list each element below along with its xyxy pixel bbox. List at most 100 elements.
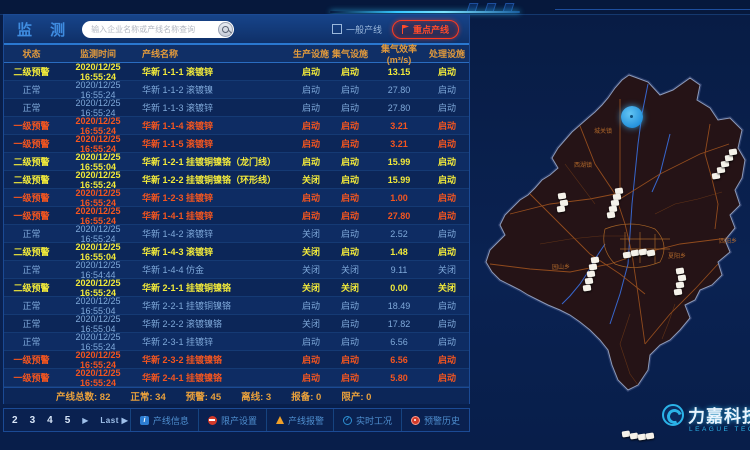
table-row[interactable]: 正常2020/12/25 16:55:04华新 2-2-2 滚镀镍铬关闭启动17…: [4, 315, 469, 333]
table-row[interactable]: 正常2020/12/25 16:54:44华新 1-4-4 仿金关闭关闭9.11…: [4, 261, 469, 279]
general-line-checkbox[interactable]: 一般产线: [332, 23, 382, 36]
table-header-row: 状态监测时间产线名称生产设施集气设施集气效率(m³/s)处理设施: [4, 45, 469, 63]
table-row[interactable]: 一级预警2020/12/25 16:55:24华新 1-1-4 滚镀锌启动启动3…: [4, 117, 469, 135]
map-marker[interactable]: [587, 270, 596, 277]
key-line-button[interactable]: 重点产线: [392, 20, 459, 39]
map-marker[interactable]: [676, 267, 685, 274]
cell-production-facility: 关闭: [292, 263, 330, 276]
search-input[interactable]: [82, 25, 234, 34]
column-header: 处理设施: [428, 47, 466, 60]
table-row[interactable]: 一级预警2020/12/25 16:55:24华新 1-1-5 滚镀锌启动启动3…: [4, 135, 469, 153]
page-number-button[interactable]: 5: [65, 415, 71, 426]
table-row[interactable]: 二级预警2020/12/25 16:55:04华新 1-4-3 滚镀锌关闭启动1…: [4, 243, 469, 261]
map-marker[interactable]: [607, 211, 616, 218]
table-row[interactable]: 正常2020/12/25 16:55:04华新 2-2-1 挂镀铜镍铬启动启动1…: [4, 297, 469, 315]
cell-production-facility: 启动: [292, 371, 330, 384]
map-blue-marker[interactable]: [621, 106, 643, 128]
table-row[interactable]: 二级预警2020/12/25 16:55:04华新 1-2-1 挂镀铜镍铬（龙门…: [4, 153, 469, 171]
cell-gas-efficiency: 3.21: [370, 121, 428, 131]
map-marker[interactable]: [678, 274, 687, 281]
league-tech-logo-icon: [662, 404, 684, 426]
cell-status: 一级预警: [4, 371, 59, 384]
cell-line-name: 华新 2-3-1 挂镀锌: [137, 335, 292, 348]
cell-treatment-facility: 关闭: [428, 263, 466, 276]
column-header: 状态: [4, 47, 59, 60]
legend-button-info[interactable]: i产线信息: [130, 409, 198, 431]
table-row[interactable]: 二级预警2020/12/25 16:55:24华新 2-1-1 挂镀铜镍铬关闭关…: [4, 279, 469, 297]
table-row[interactable]: 正常2020/12/25 16:55:24华新 1-4-2 滚镀锌关闭启动2.5…: [4, 225, 469, 243]
district-map[interactable]: 城关镇西湖镇西阳乡夏阳乡园山乡: [470, 14, 750, 450]
summary-item: 正常: 34: [130, 389, 165, 403]
summary-item: 产线总数: 82: [56, 389, 110, 403]
table-row[interactable]: 一级预警2020/12/25 16:55:24华新 1-2-3 挂镀锌启动启动1…: [4, 189, 469, 207]
cell-treatment-facility: 启动: [428, 101, 466, 114]
map-marker[interactable]: [557, 205, 566, 212]
legend-label: 实时工况: [356, 414, 392, 427]
cell-treatment-facility: 启动: [428, 299, 466, 312]
cell-gas-efficiency: 15.99: [370, 175, 428, 185]
table-row[interactable]: 正常2020/12/25 16:55:24华新 1-1-3 滚镀锌启动启动27.…: [4, 99, 469, 117]
table-row[interactable]: 一级预警2020/12/25 16:55:24华新 2-4-1 挂镀镍铬启动启动…: [4, 369, 469, 387]
table-row[interactable]: 一级预警2020/12/25 16:55:24华新 2-3-2 挂镀镍铬启动启动…: [4, 351, 469, 369]
cell-line-name: 华新 2-4-1 挂镀镍铬: [137, 371, 292, 384]
map-marker[interactable]: [676, 281, 685, 288]
table-row[interactable]: 一级预警2020/12/25 16:55:24华新 1-4-1 挂镀锌启动启动2…: [4, 207, 469, 225]
map-marker[interactable]: [591, 256, 600, 263]
map-marker[interactable]: [583, 284, 592, 291]
pagination: 2 34 5 ▶ Last ▶: [4, 415, 128, 426]
page-number-button[interactable]: 2: [12, 415, 18, 426]
cell-production-facility: 关闭: [292, 317, 330, 330]
cell-status: 二级预警: [4, 173, 59, 186]
cell-treatment-facility: 启动: [428, 173, 466, 186]
cell-gas-facility: 启动: [330, 65, 370, 78]
page-next-button[interactable]: ▶: [82, 416, 88, 425]
map-marker[interactable]: [717, 166, 726, 173]
page-number-button[interactable]: 4: [47, 415, 53, 426]
map-marker[interactable]: [674, 288, 683, 295]
cell-gas-facility: 启动: [330, 245, 370, 258]
cell-status: 一级预警: [4, 209, 59, 222]
map-marker[interactable]: [558, 192, 567, 199]
cell-production-facility: 启动: [292, 335, 330, 348]
cell-line-name: 华新 1-2-1 挂镀铜镍铬（龙门线）: [137, 155, 292, 168]
map-marker[interactable]: [585, 277, 594, 284]
legend-label: 限产设置: [221, 414, 257, 427]
search-icon[interactable]: [218, 22, 233, 37]
cell-line-name: 华新 1-1-5 滚镀锌: [137, 137, 292, 150]
map-marker[interactable]: [729, 148, 738, 155]
cell-production-facility: 启动: [292, 155, 330, 168]
map-marker[interactable]: [589, 263, 598, 270]
table-row[interactable]: 正常2020/12/25 16:55:24华新 2-3-1 挂镀锌启动启动6.5…: [4, 333, 469, 351]
column-header: 集气设施: [330, 47, 370, 60]
table-row[interactable]: 二级预警2020/12/25 16:55:24华新 1-1-1 滚镀锌启动启动1…: [4, 63, 469, 81]
checkbox-icon: [332, 24, 342, 34]
cell-line-name: 华新 1-4-2 滚镀锌: [137, 227, 292, 240]
cell-gas-efficiency: 6.56: [370, 355, 428, 365]
legend-button-history[interactable]: 预警历史: [401, 409, 469, 431]
map-marker[interactable]: [647, 249, 656, 256]
magnifier-handle: [228, 30, 231, 33]
cell-gas-efficiency: 13.15: [370, 67, 428, 77]
legend-button-limit[interactable]: 限产设置: [198, 409, 266, 431]
table-row[interactable]: 正常2020/12/25 16:55:24华新 1-1-2 滚镀镍启动启动27.…: [4, 81, 469, 99]
column-header: 集气效率(m³/s): [370, 42, 428, 65]
map-marker[interactable]: [712, 172, 721, 179]
legend-button-alarm[interactable]: 产线报警: [266, 409, 333, 431]
limit-icon: [208, 416, 217, 425]
cell-time: 2020/12/25 16:55:04: [59, 296, 137, 316]
cell-line-name: 华新 1-4-1 挂镀锌: [137, 209, 292, 222]
table-row[interactable]: 二级预警2020/12/25 16:55:24华新 1-2-2 挂镀铜镍铬（环形…: [4, 171, 469, 189]
cell-gas-facility: 启动: [330, 137, 370, 150]
page-last-button[interactable]: Last ▶: [100, 416, 128, 425]
cell-gas-efficiency: 9.11: [370, 265, 428, 275]
cell-line-name: 华新 2-1-1 挂镀铜镍铬: [137, 281, 292, 294]
map-marker[interactable]: [725, 154, 734, 161]
map-marker[interactable]: [646, 432, 655, 439]
cell-time: 2020/12/25 16:55:04: [59, 152, 137, 172]
cell-gas-facility: 启动: [330, 353, 370, 366]
legend-button-realtime[interactable]: 实时工况: [333, 409, 401, 431]
cell-gas-facility: 启动: [330, 371, 370, 384]
cell-production-facility: 启动: [292, 119, 330, 132]
map-marker[interactable]: [721, 160, 730, 167]
page-number-button[interactable]: 3: [30, 415, 36, 426]
